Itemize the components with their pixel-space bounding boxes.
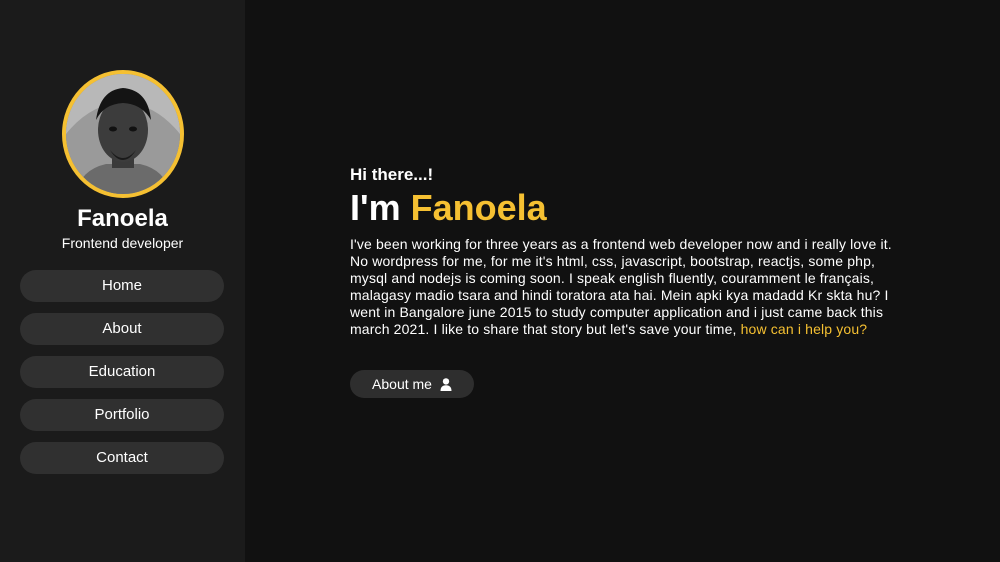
headline-prefix: I'm (350, 187, 411, 228)
help-link[interactable]: how can i help you? (741, 321, 868, 337)
headline-name: Fanoela (410, 187, 547, 228)
sidebar-item-home[interactable]: Home (20, 270, 224, 302)
profile-name: Fanoela (77, 205, 168, 232)
bio-paragraph: I've been working for three years as a f… (350, 236, 895, 338)
sidebar: Fanoela Frontend developer Home About Ed… (0, 0, 245, 562)
page-title: I'm Fanoela (350, 187, 547, 229)
about-me-button-label: About me (372, 376, 432, 392)
sidebar-item-portfolio[interactable]: Portfolio (20, 399, 224, 431)
profile-role: Frontend developer (61, 235, 184, 251)
sidebar-item-education[interactable]: Education (20, 356, 224, 388)
about-me-button[interactable]: About me (350, 370, 474, 398)
page: Fanoela Frontend developer Home About Ed… (0, 0, 1000, 562)
user-icon (440, 377, 452, 391)
avatar (62, 70, 184, 198)
main-content: Hi there...! I'm Fanoela I've been worki… (245, 0, 1000, 562)
sidebar-item-contact[interactable]: Contact (20, 442, 224, 474)
sidebar-nav: Home About Education Portfolio Contact (20, 270, 224, 485)
greeting: Hi there...! (350, 165, 434, 184)
profile-photo-icon (66, 74, 180, 194)
sidebar-item-about[interactable]: About (20, 313, 224, 345)
